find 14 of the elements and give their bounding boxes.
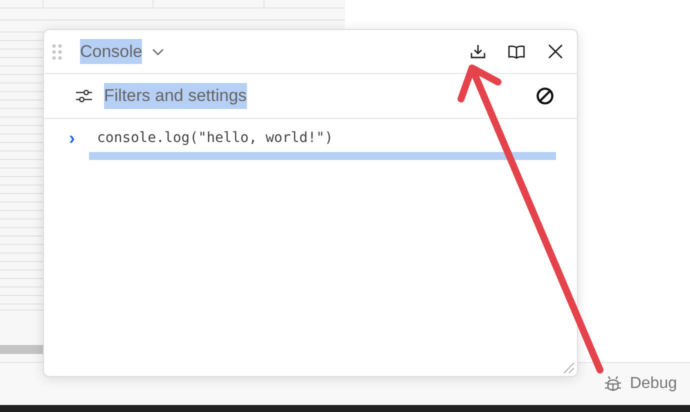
drag-handle-icon[interactable] (52, 44, 62, 60)
bug-icon[interactable] (602, 374, 623, 394)
console-input-line: console.log("hello, world!") (97, 128, 334, 148)
debug-label[interactable]: Debug (630, 372, 677, 396)
download-icon[interactable] (470, 44, 486, 59)
chevron-down-icon[interactable] (152, 48, 164, 56)
sliders-icon[interactable] (75, 89, 93, 103)
filters-label[interactable]: Filters and settings (104, 83, 247, 109)
resize-grip-icon[interactable] (563, 362, 575, 374)
book-icon[interactable] (508, 44, 525, 58)
clear-console-icon[interactable] (536, 87, 554, 105)
close-icon[interactable] (548, 44, 563, 59)
panel-title: Console (80, 38, 142, 64)
prompt-chevron: › (69, 129, 76, 147)
